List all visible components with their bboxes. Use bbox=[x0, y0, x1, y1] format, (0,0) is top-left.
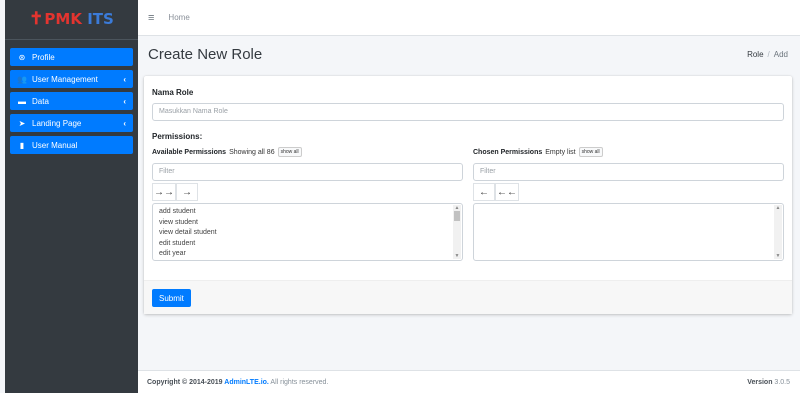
copyright-prefix: Copyright © 2014-2019 bbox=[147, 378, 225, 386]
chosen-list-scrollbar[interactable]: ▲ ▼ bbox=[774, 205, 782, 259]
role-name-label: Nama Role bbox=[152, 88, 194, 97]
version-text: Version 3.0.5 bbox=[747, 379, 790, 386]
move-all-button[interactable]: →→ bbox=[152, 183, 176, 201]
user-circle-icon: ⊛ bbox=[18, 52, 26, 62]
scrollbar-thumb[interactable] bbox=[454, 211, 460, 221]
chosen-permissions-panel: Chosen Permissions Empty list show all F… bbox=[473, 147, 784, 261]
available-permissions-title: Available Permissions bbox=[152, 148, 227, 156]
list-item[interactable]: view detail student bbox=[159, 228, 456, 239]
version-value: 3.0.5 bbox=[772, 378, 790, 386]
sidebar-item-label: Profile bbox=[32, 52, 55, 62]
cross-icon: ✝ bbox=[29, 9, 44, 29]
brand-name-its: ITS bbox=[81, 10, 114, 28]
remove-all-button[interactable]: ←← bbox=[495, 183, 519, 201]
copyright-text: Copyright © 2014-2019 AdminLTE.io. All r… bbox=[147, 379, 328, 386]
sidebar-item-label: User Management bbox=[32, 74, 98, 84]
chevron-left-icon: ‹ bbox=[123, 118, 126, 128]
chosen-move-buttons: ← ←← bbox=[473, 183, 784, 201]
available-permissions-header: Available Permissions Showing all 86 sho… bbox=[152, 147, 463, 157]
chosen-permissions-header: Chosen Permissions Empty list show all bbox=[473, 147, 784, 157]
content-header: Create New Role Role / Add bbox=[138, 36, 800, 72]
chevron-left-icon: ‹ bbox=[123, 74, 126, 84]
available-filter-input[interactable]: Filter bbox=[152, 163, 463, 181]
scroll-down-icon[interactable]: ▼ bbox=[774, 253, 782, 259]
hamburger-menu-icon[interactable]: ≡ bbox=[148, 12, 154, 24]
chosen-permissions-title: Chosen Permissions bbox=[473, 148, 543, 156]
sidebar-item-landing-page[interactable]: ➤ Landing Page ‹ bbox=[10, 114, 133, 132]
sidebar-item-label: User Manual bbox=[32, 140, 78, 150]
scroll-up-icon[interactable]: ▲ bbox=[774, 205, 782, 211]
chosen-permissions-list[interactable]: ▲ ▼ bbox=[473, 203, 784, 261]
brand-name-pmk: PMK bbox=[44, 10, 82, 28]
breadcrumb-role-link[interactable]: Role bbox=[747, 50, 763, 59]
available-list-scrollbar[interactable]: ▲ ▼ bbox=[453, 205, 461, 259]
available-move-buttons: →→ → bbox=[152, 183, 463, 201]
sidebar-item-data[interactable]: ▬ Data ‹ bbox=[10, 92, 133, 110]
version-label: Version bbox=[747, 378, 773, 386]
create-role-card: Nama Role Masukkan Nama Role Permissions… bbox=[144, 76, 792, 314]
brand-logo[interactable]: ✝ PMK ITS bbox=[5, 0, 138, 40]
pointer-icon: ➤ bbox=[18, 118, 26, 128]
breadcrumb: Role / Add bbox=[747, 50, 788, 59]
remove-selected-button[interactable]: ← bbox=[473, 183, 495, 201]
home-link[interactable]: Home bbox=[168, 13, 189, 22]
chevron-left-icon: ‹ bbox=[123, 96, 126, 106]
sidebar-item-user-manual[interactable]: ▮ User Manual bbox=[10, 136, 133, 154]
submit-button[interactable]: Submit bbox=[152, 289, 191, 307]
rights-text: All rights reserved. bbox=[268, 378, 329, 386]
adminlte-link[interactable]: AdminLTE.io. bbox=[224, 379, 269, 386]
permissions-label: Permissions: bbox=[152, 132, 203, 141]
sidebar-nav: ⊛ Profile 👥 User Management ‹ ▬ Data ‹ ➤… bbox=[5, 40, 138, 154]
sidebar: ✝ PMK ITS ⊛ Profile 👥 User Management ‹ … bbox=[5, 0, 138, 393]
chosen-permissions-info: Empty list bbox=[545, 148, 576, 156]
sidebar-item-label: Data bbox=[32, 96, 49, 106]
breadcrumb-separator: / bbox=[767, 49, 770, 59]
sidebar-item-user-management[interactable]: 👥 User Management ‹ bbox=[10, 70, 133, 88]
book-reader-icon: ▮ bbox=[19, 140, 25, 150]
page-footer: Copyright © 2014-2019 AdminLTE.io. All r… bbox=[138, 370, 800, 393]
brand-name: PMK ITS bbox=[44, 12, 113, 27]
card-footer: Submit bbox=[144, 280, 792, 314]
scroll-down-icon[interactable]: ▼ bbox=[453, 253, 461, 259]
list-item[interactable]: add student bbox=[159, 207, 456, 218]
role-name-input[interactable]: Masukkan Nama Role bbox=[152, 103, 784, 121]
list-item[interactable]: edit year bbox=[159, 249, 456, 260]
list-item[interactable]: view student bbox=[159, 218, 456, 229]
dual-listbox: Available Permissions Showing all 86 sho… bbox=[152, 147, 784, 261]
available-permissions-panel: Available Permissions Showing all 86 sho… bbox=[152, 147, 463, 261]
top-navbar: ≡ Home bbox=[138, 0, 800, 36]
available-show-all-button[interactable]: show all bbox=[277, 147, 302, 157]
card-body: Nama Role Masukkan Nama Role Permissions… bbox=[144, 76, 792, 261]
id-card-icon: ▬ bbox=[18, 96, 26, 106]
sidebar-item-profile[interactable]: ⊛ Profile bbox=[10, 48, 133, 66]
users-icon: 👥 bbox=[17, 74, 27, 84]
sidebar-item-label: Landing Page bbox=[32, 118, 82, 128]
available-permissions-list[interactable]: add student view student view detail stu… bbox=[152, 203, 463, 261]
breadcrumb-current: Add bbox=[773, 49, 788, 59]
available-permissions-info: Showing all 86 bbox=[229, 148, 275, 156]
chosen-show-all-button[interactable]: show all bbox=[578, 147, 603, 157]
chosen-filter-input[interactable]: Filter bbox=[473, 163, 784, 181]
list-item[interactable]: edit student bbox=[159, 239, 456, 250]
move-selected-button[interactable]: → bbox=[176, 183, 198, 201]
page-title: Create New Role bbox=[148, 45, 263, 63]
